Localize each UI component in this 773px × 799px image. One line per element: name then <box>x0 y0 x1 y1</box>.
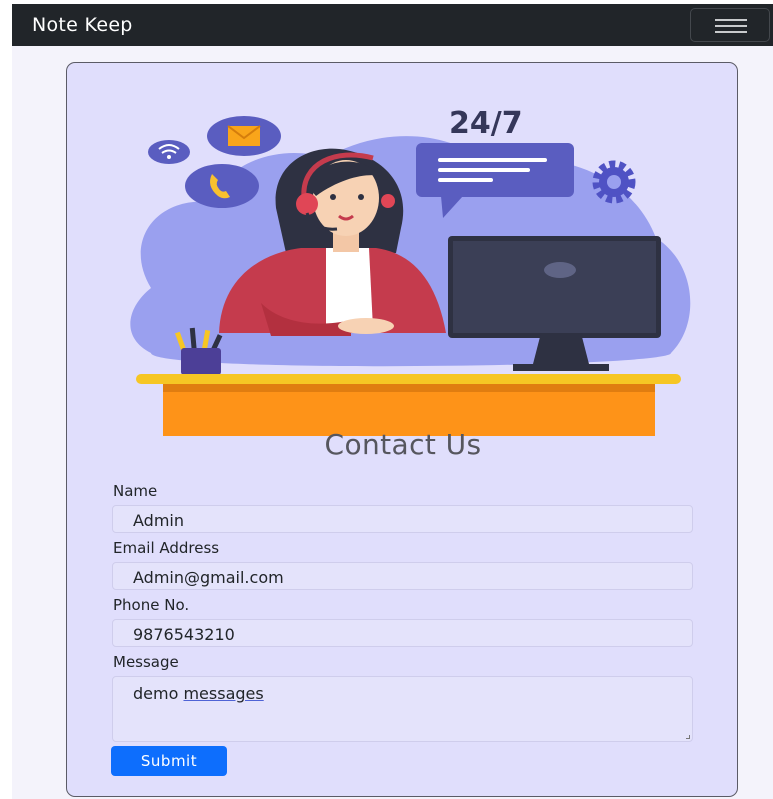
message-textarea[interactable]: demo messages <box>112 676 693 742</box>
contact-card: 24/7 Contact Us Name Admin Email Address… <box>66 62 738 797</box>
phone-icon <box>185 164 259 208</box>
name-input[interactable]: Admin <box>112 505 693 533</box>
top-navbar: Note Keep <box>12 4 773 46</box>
message-text: demo <box>133 684 179 703</box>
navbar-toggle-button[interactable] <box>690 8 770 42</box>
name-label: Name <box>113 482 158 500</box>
submit-button[interactable]: Submit <box>111 746 227 776</box>
customer-support-illustration: 24/7 <box>130 106 691 436</box>
phone-label: Phone No. <box>113 596 190 614</box>
wifi-icon <box>148 140 190 164</box>
email-input[interactable]: Admin@gmail.com <box>112 562 693 590</box>
message-text-misspelled: messages <box>183 684 264 703</box>
message-label: Message <box>113 653 179 671</box>
brand-logo[interactable]: Note Keep <box>32 14 133 36</box>
resize-handle-icon[interactable] <box>686 735 690 739</box>
hamburger-menu-icon <box>715 19 747 21</box>
badge-24-7: 24/7 <box>449 106 523 141</box>
email-label: Email Address <box>113 539 220 557</box>
gear-icon <box>592 160 636 204</box>
mail-icon <box>207 116 281 156</box>
hamburger-menu-icon <box>715 25 747 27</box>
phone-input[interactable]: 9876543210 <box>112 619 693 647</box>
page-title: Contact Us <box>324 428 482 461</box>
hamburger-menu-icon <box>715 31 747 33</box>
